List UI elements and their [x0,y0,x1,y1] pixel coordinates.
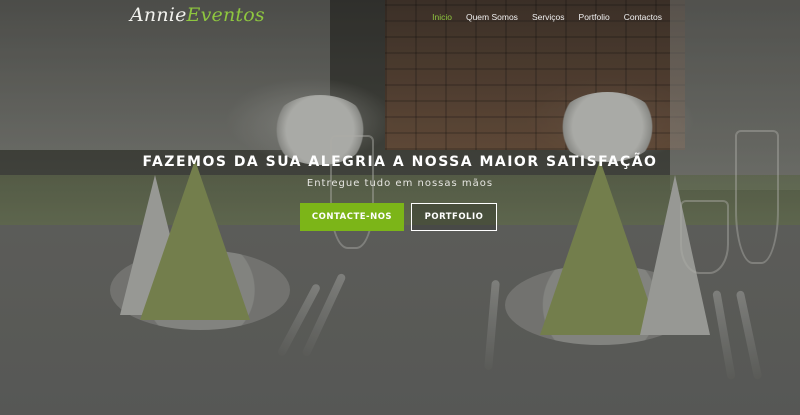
portfolio-button[interactable]: PORTFOLIO [411,203,497,231]
nav-item-quem-somos[interactable]: Quem Somos [466,12,518,22]
navbar: AnnieEventos Inicio Quem Somos Serviços … [0,0,800,36]
logo-text: Annie [130,4,187,26]
logo-text-accent: Eventos [186,4,265,26]
hero-section: AnnieEventos Inicio Quem Somos Serviços … [0,0,800,415]
hero-subheadline: Entregue tudo em nossas mãos [306,178,494,189]
nav-item-servicos[interactable]: Serviços [532,12,565,22]
nav-item-contactos[interactable]: Contactos [624,12,662,22]
main-nav: Inicio Quem Somos Serviços Portfolio Con… [432,12,662,22]
nav-item-inicio[interactable]: Inicio [432,12,452,22]
hero-headline: FAZEMOS DA SUA ALEGRIA A NOSSA MAIOR SAT… [142,154,658,170]
nav-item-portfolio[interactable]: Portfolio [579,12,610,22]
site-logo[interactable]: AnnieEventos [130,4,265,26]
contact-button[interactable]: CONTACTE-NOS [300,203,404,231]
